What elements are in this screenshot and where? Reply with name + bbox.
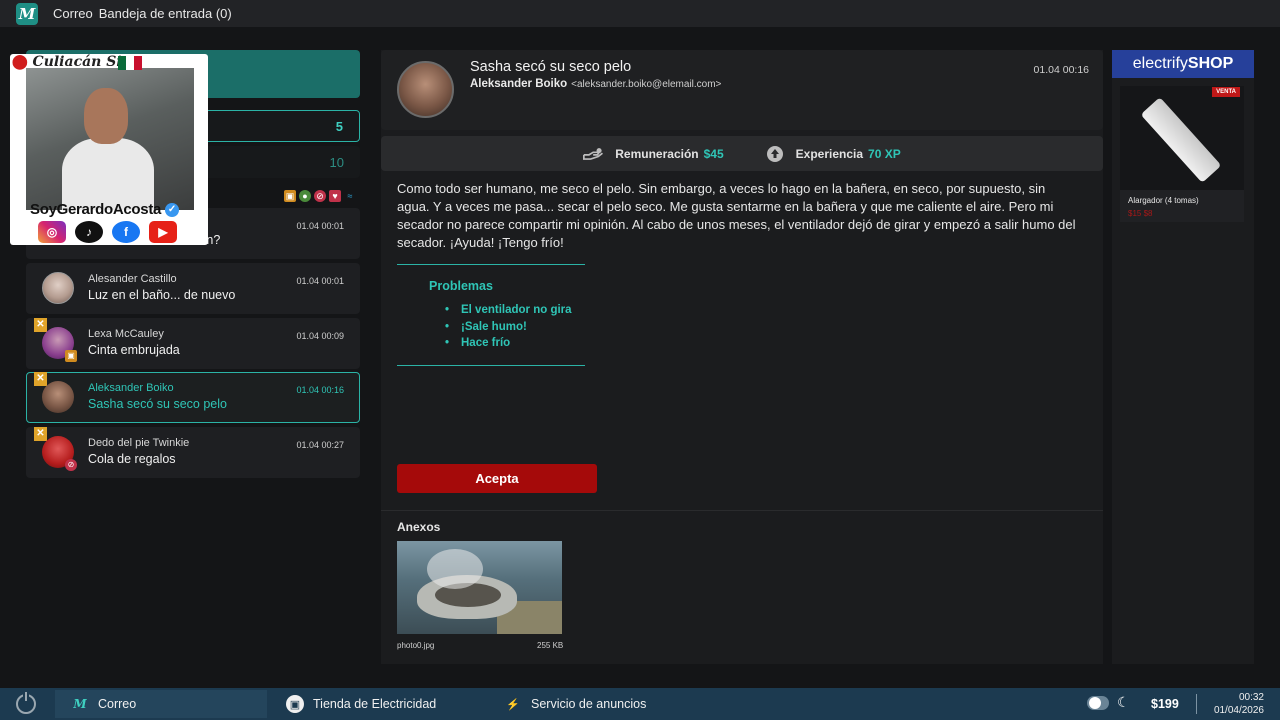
- youtube-icon: ▶: [149, 221, 177, 243]
- block-icon: ⊘: [65, 459, 77, 471]
- taskbar-ads-service[interactable]: ⚡ Servicio de anuncios: [504, 690, 646, 718]
- mail-subject: Cinta embrujada: [88, 343, 180, 357]
- reward-experience: Experiencia 70 XP: [764, 145, 901, 162]
- shopping-bag-icon: ▣: [286, 695, 304, 713]
- avatar: [42, 272, 74, 304]
- product-price: $15 $8: [1128, 209, 1153, 218]
- mail-sender: Alesander Castillo: [88, 273, 177, 285]
- window-title: Bandeja de entrada (0): [98, 6, 232, 21]
- verified-icon: ✓: [164, 203, 179, 218]
- theme-toggle[interactable]: [1087, 696, 1109, 710]
- wifi-icon: ≈: [347, 191, 353, 201]
- status-icons: ▣ ● ⊘ ♥ ≈: [284, 190, 356, 202]
- mail-sender: Lexa McCauley: [88, 328, 164, 340]
- webcam-person-head: [84, 88, 128, 144]
- webcam-person-body: [62, 138, 154, 210]
- reward-bar: Remuneración $45 Experiencia 70 XP: [381, 136, 1103, 171]
- flag-icon: ✕: [34, 372, 47, 386]
- streamer-overlay: ⬤ Culiacán Sin. SoyGerardoAcosta ✓ ◎ ♪ f…: [10, 54, 208, 245]
- message-body: Como todo ser humano, me seco el pelo. S…: [397, 181, 1076, 250]
- problem-item: El ventilador no gira: [445, 304, 572, 321]
- folder-count: 10: [329, 154, 344, 170]
- avatar: [42, 381, 74, 413]
- level-up-icon: [764, 145, 786, 162]
- clock-date: 01/04/2026: [1213, 705, 1264, 716]
- mail-item[interactable]: ✕ ▣ Lexa McCauley Cinta embrujada 01.04 …: [26, 318, 360, 369]
- mail-time: 01.04 00:27: [296, 440, 344, 450]
- attachment-filename: photo0.jpg: [397, 641, 435, 650]
- facebook-icon: f: [112, 221, 140, 243]
- sender-email: <aleksander.boiko@elemail.com>: [571, 79, 722, 90]
- moon-icon: ☾: [1117, 694, 1130, 710]
- message-panel: Sasha secó su seco pelo Aleksander Boiko…: [381, 50, 1103, 664]
- clock: 00:32 01/04/2026: [1214, 691, 1264, 717]
- mail-time: 01.04 00:09: [296, 331, 344, 341]
- webcam-video: [26, 68, 194, 210]
- mail-subject: Luz en el baño... de nuevo: [88, 288, 236, 302]
- flag-icon: ✕: [34, 318, 47, 332]
- mail-sender: Aleksander Boiko: [88, 382, 174, 394]
- message-sender: Aleksander Boiko <aleksander.boiko@elemai…: [470, 78, 722, 90]
- mail-sender: Dedo del pie Twinkie: [88, 437, 190, 449]
- block-icon: ⊘: [314, 190, 326, 202]
- message-time: 01.04 00:16: [1033, 64, 1089, 76]
- mail-item-selected[interactable]: ✕ Aleksander Boiko Sasha secó su seco pe…: [26, 372, 360, 423]
- taskbar-electricity-shop[interactable]: ▣ Tienda de Electricidad: [286, 690, 436, 718]
- reward-payment: Remuneración $45: [583, 147, 724, 161]
- attachment-thumbnail[interactable]: [397, 541, 562, 634]
- taskbar-separator: [1196, 694, 1197, 714]
- problems-title: Problemas: [429, 279, 493, 293]
- mail-subject: Cola de regalos: [88, 452, 176, 466]
- mexico-flag-icon: [118, 56, 142, 70]
- mail-time: 01.04 00:01: [296, 221, 344, 231]
- sale-badge: VENTA: [1212, 87, 1240, 97]
- money-balance: $199: [1151, 697, 1179, 711]
- payment-hand-icon: [583, 147, 605, 161]
- taskbar: M Correo ▣ Tienda de Electricidad ⚡ Serv…: [0, 688, 1280, 720]
- app-logo-icon: M: [16, 2, 38, 25]
- instagram-icon: ◎: [38, 221, 66, 243]
- box-icon: ▣: [65, 350, 77, 362]
- problem-item: ¡Sale humo!: [445, 321, 572, 338]
- heart-icon: ♥: [329, 190, 341, 202]
- mail-time: 01.04 00:01: [296, 276, 344, 286]
- shop-panel: electrify SHOP VENTA Alargador (4 tomas) …: [1112, 50, 1254, 664]
- overlay-handle: SoyGerardoAcosta ✓: [30, 201, 179, 218]
- location-pin-icon: ⬤: [12, 54, 28, 70]
- mail-item[interactable]: ✕ ⊘ Dedo del pie Twinkie Cola de regalos…: [26, 427, 360, 478]
- clock-time: 00:32: [1238, 692, 1264, 703]
- problems-box: Problemas El ventilador no gira ¡Sale hu…: [397, 264, 585, 366]
- mail-time: 01.04 00:16: [296, 385, 344, 395]
- shop-product-card[interactable]: VENTA Alargador (4 tomas) $15 $8: [1120, 86, 1244, 222]
- product-name: Alargador (4 tomas): [1128, 196, 1199, 205]
- box-icon: ▣: [284, 190, 296, 202]
- taskbar-mail[interactable]: M Correo: [55, 690, 267, 718]
- accept-button[interactable]: Acepta: [397, 464, 597, 493]
- flag-icon: ✕: [34, 427, 47, 441]
- attachment-size: 255 KB: [537, 641, 564, 650]
- tiktok-icon: ♪: [75, 221, 103, 243]
- lightning-icon: ⚡: [506, 698, 520, 711]
- social-icons: ◎ ♪ f ▶: [38, 221, 177, 243]
- sender-avatar: [397, 61, 454, 118]
- shop-logo[interactable]: electrify SHOP: [1112, 50, 1254, 78]
- power-icon[interactable]: [16, 692, 36, 714]
- mail-item[interactable]: Alesander Castillo Luz en el baño... de …: [26, 263, 360, 314]
- globe-icon: ●: [299, 190, 311, 202]
- problem-item: Hace frío: [445, 337, 572, 354]
- mail-app-icon: M: [73, 697, 87, 711]
- power-strip-image: [1120, 86, 1244, 190]
- divider: [381, 510, 1103, 511]
- folder-count: 5: [335, 118, 343, 134]
- title-bar: M Correo Bandeja de entrada (0): [0, 0, 1280, 27]
- attachments-title: Anexos: [397, 520, 441, 534]
- message-header: Sasha secó su seco pelo Aleksander Boiko…: [381, 50, 1103, 130]
- mail-subject: Sasha secó su seco pelo: [88, 397, 227, 411]
- problems-list: El ventilador no gira ¡Sale humo! Hace f…: [445, 304, 572, 354]
- app-name: Correo: [53, 6, 93, 21]
- message-subject: Sasha secó su seco pelo: [470, 59, 632, 75]
